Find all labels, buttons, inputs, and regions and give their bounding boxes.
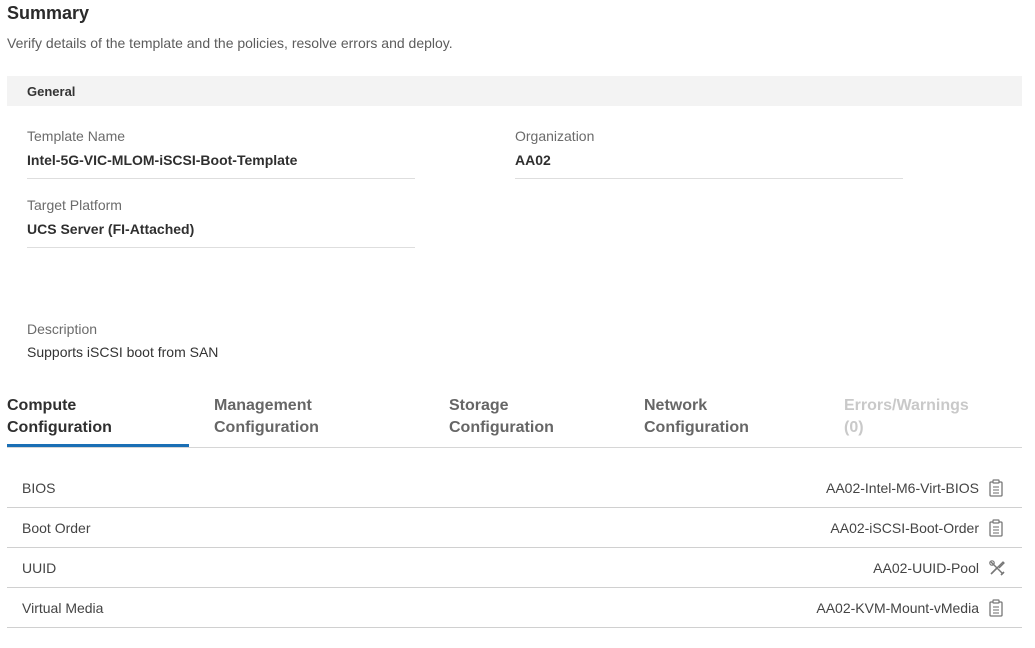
policy-row-virtual-media: Virtual Media AA02-KVM-Mount-vMedia: [7, 588, 1022, 628]
clipboard-icon[interactable]: [988, 519, 1004, 537]
tab-errors-warnings: Errors/Warnings (0): [844, 395, 969, 439]
organization-label: Organization: [515, 128, 595, 144]
divider: [27, 178, 415, 179]
organization-field: Organization AA02: [515, 128, 903, 179]
policy-row-bios: BIOS AA02-Intel-M6-Virt-BIOS: [7, 468, 1022, 508]
tab-label: Errors/Warnings: [844, 397, 969, 414]
clipboard-icon[interactable]: [988, 479, 1004, 497]
policy-value: AA02-iSCSI-Boot-Order: [830, 520, 979, 536]
general-section-label: General: [27, 84, 76, 99]
policy-value: AA02-Intel-M6-Virt-BIOS: [825, 480, 979, 496]
policy-row-uuid: UUID AA02-UUID-Pool: [7, 548, 1022, 588]
target-platform-field: Target Platform UCS Server (FI-Attached): [27, 197, 415, 248]
clipboard-icon[interactable]: [988, 599, 1004, 617]
template-name-label: Template Name: [27, 128, 126, 144]
tab-label: Configuration: [7, 419, 112, 436]
description-value: Supports iSCSI boot from SAN: [27, 344, 219, 360]
active-tab-indicator: [7, 444, 189, 447]
tab-network-configuration[interactable]: Network Configuration: [644, 395, 749, 439]
policy-label: BIOS: [22, 480, 56, 496]
divider: [27, 247, 415, 248]
policy-label: Boot Order: [22, 520, 91, 536]
description-field: Description Supports iSCSI boot from SAN: [27, 321, 218, 360]
tab-label: Storage: [449, 397, 509, 414]
policy-row-boot-order: Boot Order AA02-iSCSI-Boot-Order: [7, 508, 1022, 548]
tab-storage-configuration[interactable]: Storage Configuration: [449, 395, 554, 439]
tab-label: Management: [214, 397, 312, 414]
policy-value: AA02-KVM-Mount-vMedia: [816, 600, 979, 616]
tab-label: Configuration: [644, 419, 749, 436]
template-name-field: Template Name Intel-5G-VIC-MLOM-iSCSI-Bo…: [27, 128, 415, 179]
tab-label: Compute: [7, 397, 77, 414]
organization-value: AA02: [515, 152, 551, 168]
tab-management-configuration[interactable]: Management Configuration: [214, 395, 319, 439]
policy-label: Virtual Media: [22, 600, 104, 616]
policy-value: AA02-UUID-Pool: [873, 560, 979, 576]
tab-label: (0): [844, 419, 864, 436]
description-label: Description: [27, 321, 98, 337]
page-title: Summary: [7, 3, 90, 23]
summary-page: Summary Verify details of the template a…: [0, 0, 1035, 648]
tools-icon[interactable]: [988, 559, 1005, 577]
divider: [515, 178, 903, 179]
configuration-tabs: Compute Configuration Management Configu…: [7, 395, 1022, 448]
tab-label: Configuration: [214, 419, 319, 436]
general-section-header: General: [7, 76, 1022, 106]
policy-list: BIOS AA02-Intel-M6-Virt-BIOS Boot Order …: [7, 468, 1022, 628]
tab-label: Network: [644, 397, 708, 414]
template-name-value: Intel-5G-VIC-MLOM-iSCSI-Boot-Template: [27, 152, 298, 168]
tab-compute-configuration[interactable]: Compute Configuration: [7, 395, 112, 439]
policy-label: UUID: [22, 560, 57, 576]
target-platform-value: UCS Server (FI-Attached): [27, 221, 195, 237]
tab-label: Configuration: [449, 419, 554, 436]
page-subtitle: Verify details of the template and the p…: [7, 35, 453, 51]
target-platform-label: Target Platform: [27, 197, 122, 213]
